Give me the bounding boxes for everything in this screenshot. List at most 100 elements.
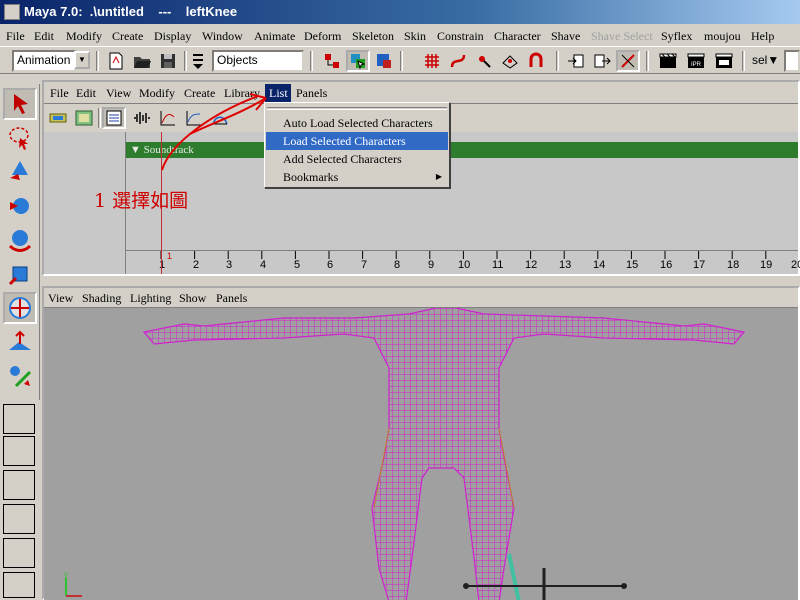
load-character-icon[interactable] xyxy=(46,107,70,129)
viewport-menu-shading[interactable]: Shading xyxy=(82,291,121,306)
bookmarks-label: Bookmarks xyxy=(283,170,339,184)
select-component-icon[interactable] xyxy=(372,50,396,72)
menu-set-selector[interactable]: Animation xyxy=(12,50,76,72)
universal-manipulator-icon[interactable] xyxy=(3,292,37,324)
viewport-menu-view[interactable]: View xyxy=(48,291,73,306)
ruler-label: 11 xyxy=(492,259,504,271)
rotate-tool-icon[interactable] xyxy=(3,224,37,256)
persp-graph-layout-button[interactable] xyxy=(3,504,35,534)
menu-skin[interactable]: Skin xyxy=(404,29,426,44)
main-menu-bar: File Edit Modify Create Display Window A… xyxy=(0,26,800,46)
trax-menu-view[interactable]: View xyxy=(106,86,131,101)
ruler-label: 19 xyxy=(760,259,773,271)
menu-modify[interactable]: Modify xyxy=(66,29,102,44)
ruler-label: 14 xyxy=(593,259,606,271)
menu-item-bookmarks[interactable]: Bookmarks ▶ xyxy=(266,168,448,186)
svg-text:IPR: IPR xyxy=(691,62,702,68)
paint-select-tool-icon[interactable] xyxy=(3,156,37,188)
ruler-label: 5 xyxy=(294,259,301,271)
open-scene-icon[interactable] xyxy=(130,50,154,72)
list-dropdown-menu: Auto Load Selected Characters Load Selec… xyxy=(264,102,450,188)
quick-selection-field[interactable] xyxy=(784,50,800,72)
tool-box xyxy=(0,84,40,400)
ruler-label: 6 xyxy=(327,259,334,271)
soft-modification-icon[interactable] xyxy=(3,326,37,358)
menu-syflex[interactable]: Syflex xyxy=(661,29,692,44)
ruler-label: 13 xyxy=(559,259,572,271)
ruler-label: 9 xyxy=(428,259,435,271)
hypershade-layout-button[interactable] xyxy=(3,538,35,568)
ruler-label: 1 xyxy=(159,259,166,271)
selection-mask-field[interactable]: Objects xyxy=(212,50,304,72)
menu-create[interactable]: Create xyxy=(112,29,143,44)
ruler-label: 10 xyxy=(458,259,471,271)
trax-menu-edit[interactable]: Edit xyxy=(76,86,96,101)
title-bar: Maya 7.0: .\untitled --- leftKnee xyxy=(0,0,800,24)
menu-help[interactable]: Help xyxy=(751,29,774,44)
lasso-tool-icon[interactable] xyxy=(3,122,37,154)
menu-character[interactable]: Character xyxy=(494,29,541,44)
snap-view-plane-icon[interactable] xyxy=(498,50,522,72)
snap-point-icon[interactable] xyxy=(472,50,496,72)
menu-edit[interactable]: Edit xyxy=(34,29,54,44)
ruler-label: 15 xyxy=(626,259,639,271)
menu-file[interactable]: File xyxy=(6,29,25,44)
menu-display[interactable]: Display xyxy=(154,29,191,44)
output-connections-icon[interactable] xyxy=(590,50,614,72)
viewport-menu-lighting[interactable]: Lighting xyxy=(130,291,171,306)
submenu-arrow-icon: ▶ xyxy=(435,172,442,181)
viewport-menu-show[interactable]: Show xyxy=(179,291,206,306)
new-scene-icon[interactable] xyxy=(104,50,128,72)
select-hierarchy-icon[interactable] xyxy=(320,50,344,72)
snap-curve-icon[interactable] xyxy=(446,50,470,72)
show-manipulator-icon[interactable] xyxy=(3,360,37,392)
menu-shave-select: Shave Select xyxy=(591,29,653,43)
input-connections-icon[interactable] xyxy=(564,50,588,72)
persp-outliner-layout-button[interactable] xyxy=(3,470,35,500)
menu-constrain[interactable]: Constrain xyxy=(437,29,484,44)
menu-moujou[interactable]: moujou xyxy=(704,29,741,44)
select-tool-icon[interactable] xyxy=(3,88,37,120)
menu-animate[interactable]: Animate xyxy=(254,29,295,44)
snap-grid-icon[interactable] xyxy=(420,50,444,72)
menu-set-dropdown[interactable]: ▼ xyxy=(74,51,90,69)
scale-tool-icon[interactable] xyxy=(3,258,37,290)
menu-window[interactable]: Window xyxy=(202,29,243,44)
selection-mode-icon[interactable] xyxy=(190,50,206,72)
trax-menu-file[interactable]: File xyxy=(50,86,69,101)
time-ruler[interactable]: 1 1 2 3 4 5 6 7 8 9 10 11 12 13 14 15 16… xyxy=(126,250,800,274)
menu-item-add-selected-characters[interactable]: Add Selected Characters xyxy=(266,150,448,168)
viewport-scene[interactable]: y xyxy=(44,308,798,600)
menu-skeleton[interactable]: Skeleton xyxy=(352,29,394,44)
ruler-label: 12 xyxy=(525,259,538,271)
render-current-frame-icon[interactable] xyxy=(656,50,680,72)
menu-item-load-selected-characters[interactable]: Load Selected Characters xyxy=(266,132,448,150)
soundtrack-arrow[interactable]: ▼ xyxy=(130,144,144,156)
tear-off-line[interactable] xyxy=(267,107,447,110)
single-perspective-layout-button[interactable] xyxy=(3,404,35,434)
four-view-layout-button[interactable] xyxy=(3,436,35,466)
outliner-layout-button[interactable] xyxy=(3,572,35,598)
annotation-arrow xyxy=(161,93,267,171)
menu-item-auto-load-selected-characters[interactable]: Auto Load Selected Characters xyxy=(266,114,448,132)
axis-indicator-icon: y xyxy=(64,570,82,597)
ipr-render-icon[interactable]: IPR xyxy=(684,50,708,72)
make-live-icon[interactable] xyxy=(524,50,548,72)
menu-shave[interactable]: Shave xyxy=(551,29,580,44)
select-object-icon[interactable] xyxy=(346,50,370,72)
construction-history-icon[interactable] xyxy=(616,50,640,72)
ruler-label: 8 xyxy=(394,259,401,271)
menu-deform[interactable]: Deform xyxy=(304,29,341,44)
frame-all-icon[interactable] xyxy=(72,107,96,129)
list-view-icon[interactable] xyxy=(102,107,126,129)
render-globals-icon[interactable] xyxy=(712,50,736,72)
quick-selection-arrow: ▼ xyxy=(767,53,780,67)
move-tool-icon[interactable] xyxy=(3,190,37,222)
viewport-menu-panels[interactable]: Panels xyxy=(216,291,247,306)
status-line-toolbar: Animation ▼ Objects IPR sel▼ xyxy=(0,46,800,74)
ruler-label: 20 xyxy=(791,259,800,271)
quick-selection-label[interactable]: sel▼ xyxy=(752,53,779,67)
maya-app-icon[interactable] xyxy=(4,4,20,20)
save-scene-icon[interactable] xyxy=(156,50,180,72)
trax-menu-panels[interactable]: Panels xyxy=(296,86,327,101)
